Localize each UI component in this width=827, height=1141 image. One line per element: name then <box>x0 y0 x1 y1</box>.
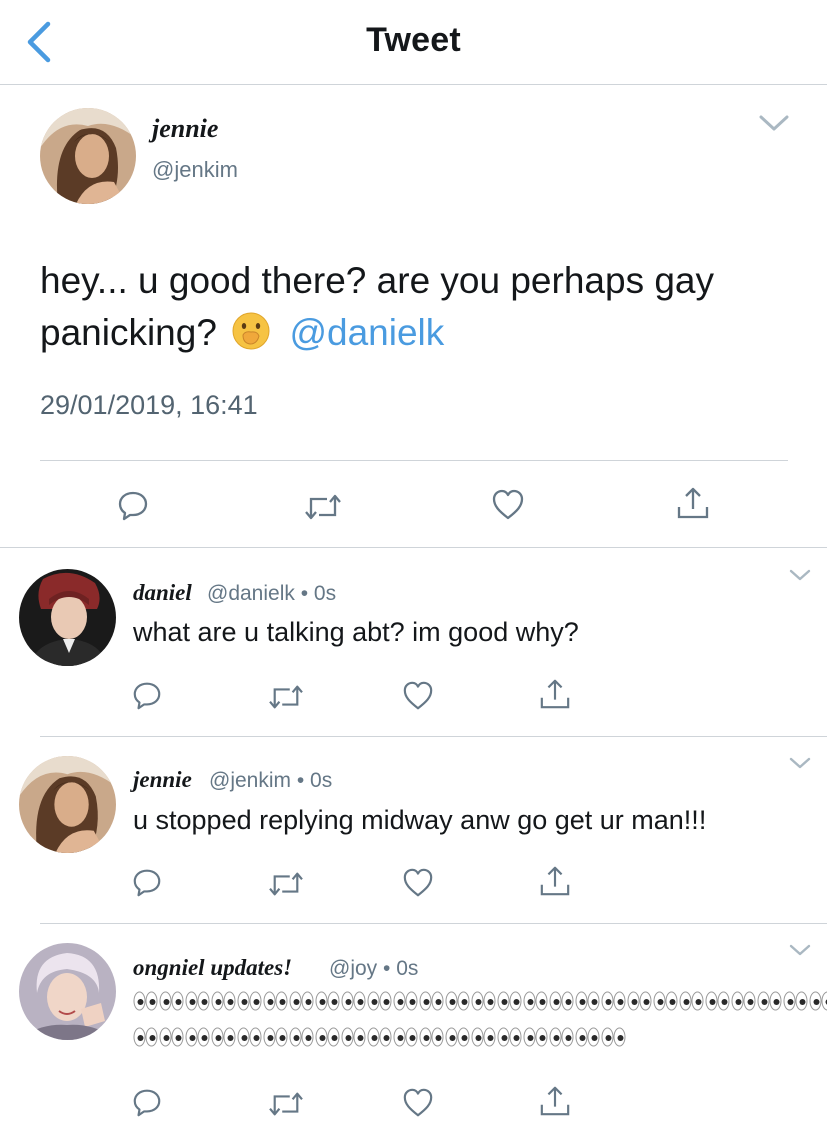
author-handle[interactable]: @jenkim <box>152 157 238 183</box>
chevron-down-icon[interactable] <box>789 757 811 769</box>
reply-icon[interactable] <box>116 488 150 522</box>
eyes-emoji-icon <box>289 990 314 1012</box>
share-icon[interactable] <box>539 865 571 897</box>
eyes-emoji-icon <box>263 990 288 1012</box>
divider <box>40 923 827 924</box>
avatar[interactable] <box>40 108 136 204</box>
heart-icon[interactable] <box>402 680 434 712</box>
page-title: Tweet <box>366 21 461 59</box>
eyes-emoji-icon <box>419 990 444 1012</box>
eyes-emoji-icon <box>705 990 730 1012</box>
eyes-emoji-icon <box>237 1026 262 1048</box>
eyes-emoji-icon <box>471 990 496 1012</box>
eyes-emoji-icon <box>341 990 366 1012</box>
chevron-down-icon[interactable] <box>789 569 811 581</box>
share-icon[interactable] <box>539 678 571 710</box>
eyes-emoji-icon <box>575 990 600 1012</box>
eyes-emoji-icon <box>783 990 808 1012</box>
eyes-emoji-row <box>133 1026 627 1048</box>
share-icon[interactable] <box>539 1085 571 1117</box>
eyes-emoji-icon <box>133 1026 158 1048</box>
eyes-emoji-icon <box>159 1026 184 1048</box>
author-handle[interactable]: @jenkim <box>209 769 291 792</box>
tweet-timestamp: 29/01/2019, 16:41 <box>40 390 258 420</box>
eyes-emoji-icon <box>367 1026 392 1048</box>
eyes-emoji-icon <box>315 990 340 1012</box>
eyes-emoji-icon <box>419 1026 444 1048</box>
author-name[interactable]: daniel <box>133 580 192 606</box>
eyes-emoji-icon <box>445 1026 470 1048</box>
reply-icon[interactable] <box>131 866 163 898</box>
eyes-emoji-icon <box>237 990 262 1012</box>
heart-icon[interactable] <box>402 867 434 899</box>
tweet-text: hey... u good there? are you perhaps gay… <box>40 255 800 359</box>
eyes-emoji-icon <box>575 1026 600 1048</box>
eyes-emoji-icon <box>289 1026 314 1048</box>
retweet-icon[interactable] <box>268 868 304 900</box>
eyes-emoji-icon <box>445 990 470 1012</box>
author-meta: @danielk • 0s <box>207 582 337 605</box>
heart-icon[interactable] <box>402 1087 434 1119</box>
chevron-down-icon[interactable] <box>789 944 811 956</box>
post-time: 0s <box>396 957 419 980</box>
author-handle[interactable]: @danielk <box>207 582 295 605</box>
author-name[interactable]: jennie <box>152 114 218 144</box>
retweet-icon[interactable] <box>268 1088 304 1120</box>
eyes-emoji-icon <box>523 1026 548 1048</box>
avatar[interactable] <box>19 943 116 1040</box>
retweet-icon[interactable] <box>304 490 342 524</box>
eyes-emoji-icon <box>133 990 158 1012</box>
eyes-emoji-icon <box>679 990 704 1012</box>
eyes-emoji-icon <box>757 990 782 1012</box>
eyes-emoji-icon <box>471 1026 496 1048</box>
eyes-emoji-icon <box>549 1026 574 1048</box>
divider <box>40 736 827 737</box>
eyes-emoji-icon <box>185 1026 210 1048</box>
eyes-emoji-icon <box>601 990 626 1012</box>
reply-text: what are u talking abt? im good why? <box>133 617 579 647</box>
eyes-emoji-row <box>133 990 827 1012</box>
eyes-emoji-icon <box>393 1026 418 1048</box>
avatar[interactable] <box>19 569 116 666</box>
divider <box>40 460 788 461</box>
post-time: 0s <box>310 769 333 792</box>
eyes-emoji-icon <box>211 1026 236 1048</box>
avatar[interactable] <box>19 756 116 853</box>
reply-icon[interactable] <box>131 1086 163 1118</box>
eyes-emoji-icon <box>497 990 522 1012</box>
author-meta: @joy • 0s <box>329 957 419 980</box>
reply-text: u stopped replying midway anw go get ur … <box>133 805 707 835</box>
eyes-emoji-icon <box>341 1026 366 1048</box>
eyes-emoji-icon <box>263 1026 288 1048</box>
eyes-emoji-icon <box>731 990 756 1012</box>
share-icon[interactable] <box>676 486 710 520</box>
author-meta: @jenkim • 0s <box>209 769 333 792</box>
eyes-emoji-icon <box>211 990 236 1012</box>
eyes-emoji-icon <box>393 990 418 1012</box>
chevron-down-icon[interactable] <box>758 113 790 133</box>
post-time: 0s <box>313 582 337 605</box>
heart-icon[interactable] <box>491 488 525 522</box>
eyes-emoji-icon <box>549 990 574 1012</box>
eyes-emoji-icon <box>185 990 210 1012</box>
eyes-emoji-icon <box>653 990 678 1012</box>
eyes-emoji-icon <box>159 990 184 1012</box>
eyes-emoji-icon <box>523 990 548 1012</box>
eyes-emoji-icon <box>809 990 827 1012</box>
eyes-emoji-icon <box>367 990 392 1012</box>
author-name[interactable]: ongniel updates! <box>133 955 292 981</box>
eyes-emoji-icon <box>315 1026 340 1048</box>
face-with-hand-over-mouth-emoji-icon <box>232 312 270 350</box>
author-handle[interactable]: @joy <box>329 957 377 980</box>
top-bar: Tweet <box>0 0 827 85</box>
eyes-emoji-icon <box>601 1026 626 1048</box>
retweet-icon[interactable] <box>268 681 304 713</box>
divider <box>0 547 827 548</box>
reply-icon[interactable] <box>131 679 163 711</box>
mention-link[interactable]: @danielk <box>289 312 444 353</box>
author-name[interactable]: jennie <box>133 767 192 793</box>
eyes-emoji-icon <box>497 1026 522 1048</box>
eyes-emoji-icon <box>627 990 652 1012</box>
